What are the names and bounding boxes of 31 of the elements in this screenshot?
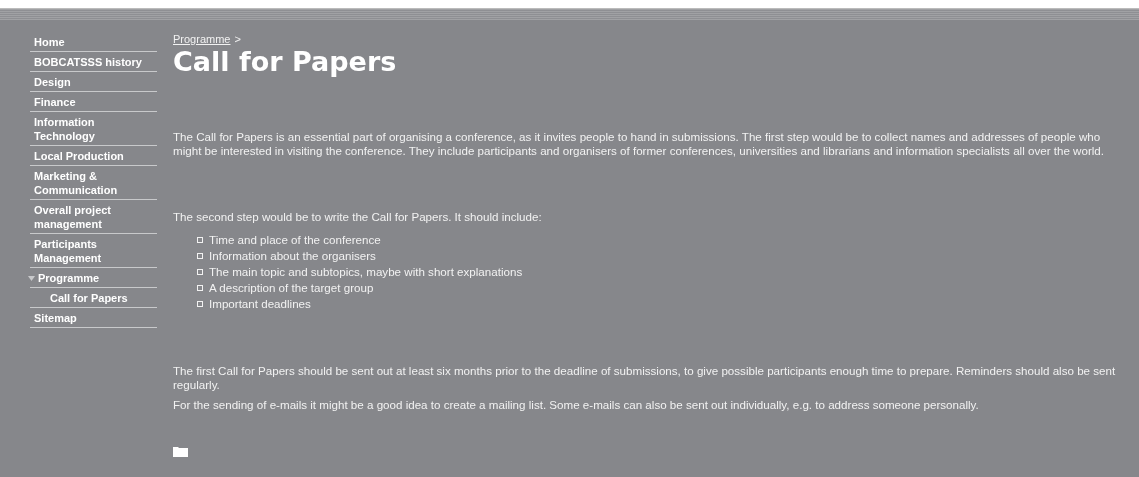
- bullet-icon: [197, 301, 203, 307]
- bullet-icon: [197, 269, 203, 275]
- list-item: Information about the organisers: [209, 248, 376, 264]
- nav-link[interactable]: Programme: [30, 268, 157, 288]
- list-item: Time and place of the conference: [209, 232, 381, 248]
- nav-link[interactable]: Overall project management: [30, 200, 157, 234]
- bullet-icon: [197, 253, 203, 259]
- nav-link[interactable]: Local Production: [30, 146, 157, 166]
- breadcrumb-separator: >: [234, 32, 241, 46]
- caret-icon: [28, 275, 35, 281]
- nav-link[interactable]: Home: [30, 32, 157, 52]
- list-item: The main topic and subtopics, maybe with short explanations: [209, 264, 523, 280]
- page-title: Call for Papers: [173, 46, 398, 78]
- bullet-icon: [197, 285, 203, 291]
- nav-link[interactable]: Finance: [30, 92, 157, 112]
- paragraph: The Call for Papers is an essential part of organising a conference, as it invites people to hand in submissions. The first step would be to collect names and addresses of people who might be interested in visiting the conference. They include participants and organisers of former conferences, universities and librarians and information specialists all over the world.: [173, 130, 1105, 158]
- nav-link[interactable]: Information Technology: [30, 112, 157, 146]
- nav-link[interactable]: Design: [30, 72, 157, 92]
- breadcrumb-link[interactable]: Programme: [173, 32, 231, 46]
- nav-link[interactable]: Marketing & Communication: [30, 166, 157, 200]
- bullet-icon: [197, 237, 203, 243]
- nav-link[interactable]: Sitemap: [30, 308, 157, 328]
- nav-link[interactable]: Call for Papers: [30, 288, 157, 308]
- nav-link[interactable]: BOBCATSSS history: [30, 52, 157, 72]
- paragraph: For the sending of e-mails it might be a good idea to create a mailing list. Some e-mails can also be sent out individually, e.g. to address someone personally.: [173, 398, 980, 412]
- list-item: Important deadlines: [209, 296, 311, 312]
- nav-link[interactable]: Participants Management: [30, 234, 157, 268]
- list-item: A description of the target group: [209, 280, 374, 296]
- folder-icon[interactable]: [173, 446, 188, 457]
- paragraph: The first Call for Papers should be sent out at least six months prior to the deadline of submissions, to give possible participants enough time to prepare. Reminders should also be sent regularly.: [173, 364, 1117, 392]
- paragraph: The second step would be to write the Call for Papers. It should include:: [173, 210, 543, 224]
